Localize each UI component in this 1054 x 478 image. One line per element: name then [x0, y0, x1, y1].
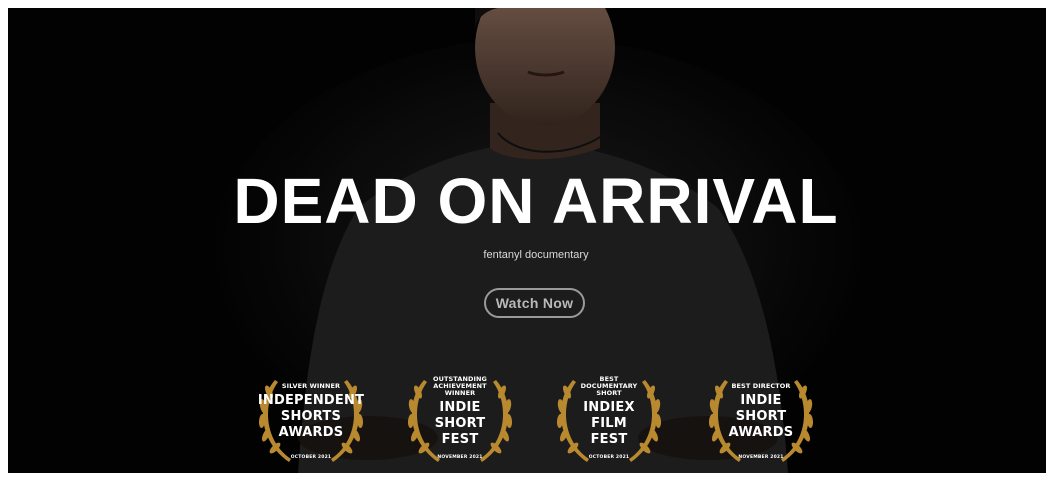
watch-now-button[interactable]: Watch Now: [484, 288, 585, 318]
laurel-award-title: BEST DIRECTOR: [731, 382, 791, 390]
laurel-date: NOVEMBER 2021: [738, 455, 784, 460]
award-laurel-indie-short-awards: BEST DIRECTOR INDIE SHORT AWARDS NOVEMBE…: [699, 370, 823, 470]
laurel-festival-name: INDIE SHORT FEST: [434, 400, 486, 447]
hero-background-image: [8, 8, 1046, 473]
laurel-award-title: SILVER WINNER: [281, 382, 341, 390]
laurel-date: NOVEMBER 2021: [437, 455, 483, 460]
award-laurel-indie-short-fest: OUTSTANDING ACHIEVEMENT WINNER INDIE SHO…: [398, 370, 522, 470]
award-laurel-independent-shorts: SILVER WINNER INDEPENDENT SHORTS AWARDS …: [249, 370, 373, 470]
laurel-date: OCTOBER 2021: [588, 455, 630, 460]
laurel-festival-name: INDEPENDENT SHORTS AWARDS: [257, 393, 365, 440]
laurel-date: OCTOBER 2021: [290, 455, 332, 460]
hero-section: DEAD ON ARRIVAL fentanyl documentary Wat…: [8, 8, 1046, 473]
laurel-award-title: BEST DOCUMENTARY SHORT: [580, 375, 638, 397]
laurel-festival-name: INDIEX FILM FEST: [583, 400, 635, 447]
page-subtitle: fentanyl documentary: [483, 249, 589, 261]
laurel-award-title: OUTSTANDING ACHIEVEMENT WINNER: [432, 375, 487, 397]
laurel-festival-name: INDIE SHORT AWARDS: [728, 393, 794, 440]
page-title: DEAD ON ARRIVAL: [233, 165, 839, 237]
award-laurel-indiex-film-fest: BEST DOCUMENTARY SHORT INDIEX FILM FEST …: [547, 370, 671, 470]
